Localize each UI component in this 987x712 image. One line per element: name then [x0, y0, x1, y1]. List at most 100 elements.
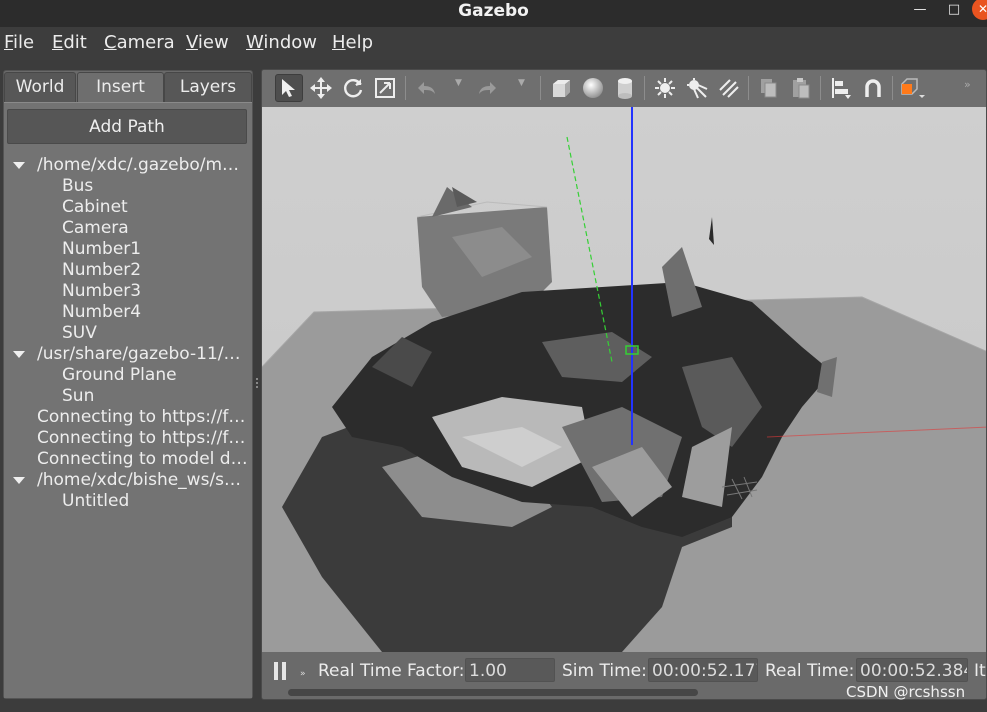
tree-folder-item[interactable]: /usr/share/gazebo-11/… [4, 344, 252, 365]
real-time-label: Real Time: [765, 661, 855, 681]
tree-item-label: Connecting to https://f… [37, 428, 246, 448]
menu-window-label: indow [263, 32, 317, 53]
real-time-factor-value: 1.00 [465, 658, 555, 682]
menu-camera-label: amera [116, 32, 175, 53]
expand-arrow-icon[interactable] [13, 162, 25, 169]
panel-splitter-handle[interactable] [255, 378, 259, 390]
tree-item-label: Connecting to model d… [37, 449, 248, 469]
tab-layers[interactable]: Layers [164, 72, 252, 102]
tree-item-label: SUV [62, 323, 97, 343]
cylinder-shape-icon[interactable] [611, 74, 639, 102]
tree-model-item[interactable]: Number2 [4, 260, 252, 281]
tree-model-item[interactable]: Number1 [4, 239, 252, 260]
tree-folder-item[interactable]: Connecting to https://f… [4, 428, 252, 449]
menu-file-label: ile [13, 32, 35, 53]
snap-icon[interactable] [859, 74, 887, 102]
tree-item-label: Sun [62, 386, 95, 406]
menu-bar: File Edit Camera View Window Help [0, 27, 987, 60]
tree-folder-item[interactable]: /home/xdc/.gazebo/m… [4, 155, 252, 176]
window-title-bar: Gazebo — □ ✕ [0, 0, 987, 27]
directional-light-icon[interactable] [715, 74, 743, 102]
iterations-label: It [974, 661, 986, 681]
menu-view-mnemonic: V [186, 32, 198, 53]
step-button[interactable]: » [300, 669, 306, 679]
menu-file[interactable]: File [4, 32, 34, 53]
menu-edit[interactable]: Edit [52, 32, 87, 53]
minimize-button[interactable]: — [909, 0, 931, 22]
view-angle-icon[interactable] [899, 74, 927, 102]
tree-item-label: /usr/share/gazebo-11/… [37, 344, 241, 364]
tree-item-label: Bus [62, 176, 94, 196]
redo-history-icon[interactable]: ▼ [518, 78, 525, 88]
paste-icon[interactable] [787, 74, 815, 102]
redo-icon[interactable] [474, 74, 502, 102]
select-arrow-icon[interactable] [275, 74, 303, 102]
pause-button[interactable] [274, 662, 288, 680]
translate-icon[interactable] [307, 74, 335, 102]
insert-tab-content: Add Path /home/xdc/.gazebo/m… Bus Cabinet C… [4, 102, 252, 698]
real-time-factor-label: Real Time Factor: [318, 661, 465, 681]
tree-item-label: Connecting to https://f… [37, 407, 246, 427]
copy-icon[interactable] [755, 74, 783, 102]
tree-item-label: Number2 [62, 260, 142, 280]
menu-view[interactable]: View [186, 32, 229, 53]
tree-folder-item[interactable]: /home/xdc/bishe_ws/s… [4, 470, 252, 491]
tree-item-label: Ground Plane [62, 365, 177, 385]
box-shape-icon[interactable] [547, 74, 575, 102]
add-path-button[interactable]: Add Path [7, 109, 247, 144]
tree-item-label: Number1 [62, 239, 142, 259]
scale-icon[interactable] [371, 74, 399, 102]
align-icon[interactable] [827, 74, 855, 102]
window-title: Gazebo [458, 1, 529, 21]
tree-model-item[interactable]: Sun [4, 386, 252, 407]
tree-model-item[interactable]: Bus [4, 176, 252, 197]
tree-item-label: /home/xdc/.gazebo/m… [37, 155, 240, 175]
menu-view-label: iew [197, 32, 229, 53]
sphere-shape-icon[interactable] [579, 74, 607, 102]
menu-file-mnemonic: F [4, 32, 14, 53]
menu-window-mnemonic: W [246, 32, 264, 53]
tree-item-label: Number4 [62, 302, 142, 322]
tree-model-item[interactable]: Number4 [4, 302, 252, 323]
left-panel: World Insert Layers Add Path /home/xdc/.… [3, 70, 253, 699]
tree-item-label: Camera [62, 218, 129, 238]
tree-model-item[interactable]: Cabinet [4, 197, 252, 218]
tab-insert[interactable]: Insert [77, 72, 164, 102]
tree-model-item[interactable]: Ground Plane [4, 365, 252, 386]
tree-folder-item[interactable]: Connecting to https://f… [4, 407, 252, 428]
rotate-icon[interactable] [339, 74, 367, 102]
spot-light-icon[interactable] [683, 74, 711, 102]
tree-model-item[interactable]: Untitled [4, 491, 252, 512]
menu-edit-mnemonic: E [52, 32, 64, 53]
expand-arrow-icon[interactable] [13, 351, 25, 358]
render-panel: ▼ ▼ » » Real Time Factor: 1.00 Sim Time:… [261, 69, 987, 700]
tree-folder-item[interactable]: Connecting to model d… [4, 449, 252, 470]
toolbar-overflow-button[interactable]: » [964, 78, 971, 91]
tree-model-item[interactable]: Number3 [4, 281, 252, 302]
sim-time-value: 00:00:52.177 [648, 658, 758, 682]
undo-icon[interactable] [412, 74, 440, 102]
menu-camera-mnemonic: C [104, 32, 117, 53]
tree-item-label: Untitled [62, 491, 130, 511]
menu-help[interactable]: Help [332, 32, 373, 53]
tree-model-item[interactable]: Camera [4, 218, 252, 239]
menu-window[interactable]: Window [246, 32, 317, 53]
maximize-button[interactable]: □ [943, 0, 965, 22]
tab-world[interactable]: World [4, 72, 76, 102]
tree-model-item[interactable]: SUV [4, 323, 252, 344]
menu-camera[interactable]: Camera [104, 32, 175, 53]
tree-item-label: Cabinet [62, 197, 128, 217]
undo-history-icon[interactable]: ▼ [455, 78, 462, 88]
real-time-value: 00:00:52.384 [856, 658, 968, 682]
tree-item-label: Number3 [62, 281, 142, 301]
scene-viewport[interactable] [262, 107, 986, 652]
expand-arrow-icon[interactable] [13, 477, 25, 484]
menu-edit-label: dit [63, 32, 87, 53]
toolbar: ▼ ▼ » [262, 70, 986, 107]
menu-help-mnemonic: H [332, 32, 346, 53]
tree-item-label: /home/xdc/bishe_ws/s… [37, 470, 242, 490]
sim-time-label: Sim Time: [562, 661, 647, 681]
point-light-icon[interactable] [651, 74, 679, 102]
menu-help-label: elp [345, 32, 374, 53]
horizontal-scrollbar[interactable] [288, 689, 698, 696]
